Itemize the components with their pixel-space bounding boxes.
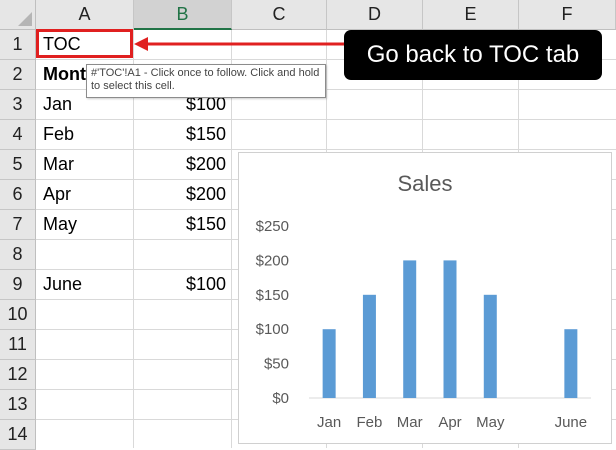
row-header-11[interactable]: 11 [0, 330, 36, 360]
cell-a5[interactable]: Mar [36, 149, 133, 179]
row-header-14[interactable]: 14 [0, 420, 36, 450]
cell-b5[interactable]: $200 [134, 149, 232, 179]
column-header-c[interactable]: C [232, 0, 327, 30]
row-header-5[interactable]: 5 [0, 150, 36, 180]
column-header-a[interactable]: A [36, 0, 134, 30]
column-header-f[interactable]: F [519, 0, 616, 30]
bar-may[interactable] [483, 294, 497, 398]
x-tick-label: Apr [438, 414, 461, 431]
y-tick-label: $200 [256, 252, 289, 269]
x-tick-label: May [476, 414, 505, 431]
x-tick-label: Mar [397, 414, 423, 431]
x-tick-label: June [555, 414, 588, 431]
row-header-10[interactable]: 10 [0, 300, 36, 330]
sales-chart[interactable]: Sales $0 $50 $100 $150 $200 $250 Jan Feb Mar Apr M… [238, 152, 612, 444]
row-header-6[interactable]: 6 [0, 180, 36, 210]
callout-arrow [134, 37, 346, 51]
row-header-13[interactable]: 13 [0, 390, 36, 420]
row-header-7[interactable]: 7 [0, 210, 36, 240]
row-header-12[interactable]: 12 [0, 360, 36, 390]
hyperlink-tooltip: #'TOC'!A1 - Click once to follow. Click … [86, 64, 326, 98]
cell-a9[interactable]: June [36, 269, 133, 299]
row-header-9[interactable]: 9 [0, 270, 36, 300]
active-cell-highlight [36, 29, 133, 58]
column-header-e[interactable]: E [423, 0, 519, 30]
cell-a4[interactable]: Feb [36, 119, 133, 149]
y-tick-label: $250 [256, 218, 289, 235]
bar-jan[interactable] [322, 329, 336, 398]
select-all-corner[interactable] [0, 0, 36, 30]
x-tick-label: Feb [356, 414, 382, 431]
row-header-1[interactable]: 1 [0, 30, 36, 60]
row-header-2[interactable]: 2 [0, 60, 36, 90]
chart-plot-area: $0 $50 $100 $150 $200 $250 Jan Feb Mar Apr May June [256, 218, 591, 431]
callout-annotation: Go back to TOC tab [344, 30, 602, 80]
cell-a6[interactable]: Apr [36, 179, 133, 209]
y-tick-label: $150 [256, 287, 289, 304]
column-header-d[interactable]: D [327, 0, 423, 30]
bar-mar[interactable] [403, 260, 417, 398]
y-tick-label: $100 [256, 321, 289, 338]
x-tick-label: Jan [317, 414, 341, 431]
y-tick-label: $50 [264, 356, 289, 373]
bar-june[interactable] [564, 329, 578, 398]
column-header-b[interactable]: B [134, 0, 232, 30]
bar-apr[interactable] [443, 260, 457, 398]
cell-a7[interactable]: May [36, 209, 133, 239]
row-header-3[interactable]: 3 [0, 90, 36, 120]
spreadsheet: A B C D E F 1 2 3 4 5 6 7 8 9 10 11 12 1… [0, 0, 616, 450]
row-header-4[interactable]: 4 [0, 120, 36, 150]
cell-b4[interactable]: $150 [134, 119, 232, 149]
y-tick-label: $0 [272, 390, 289, 407]
row-header-8[interactable]: 8 [0, 240, 36, 270]
bar-feb[interactable] [362, 294, 376, 398]
cell-b7[interactable]: $150 [134, 209, 232, 239]
cell-b9[interactable]: $100 [134, 269, 232, 299]
cell-b6[interactable]: $200 [134, 179, 232, 209]
